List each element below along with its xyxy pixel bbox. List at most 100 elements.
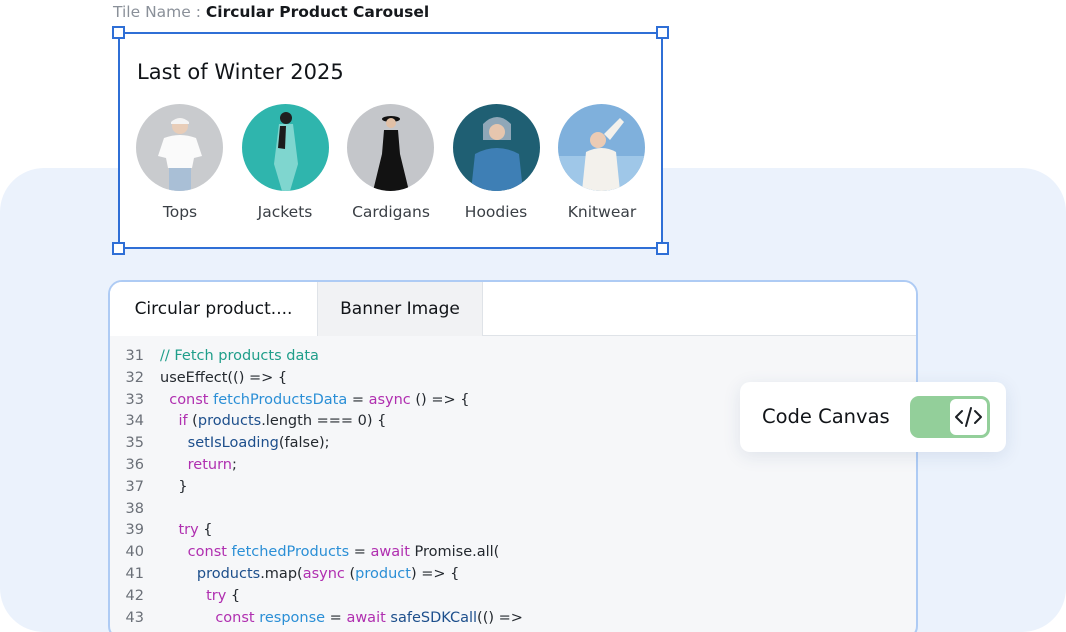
category-label-knitwear: Knitwear <box>567 203 637 221</box>
code-canvas-label: Code Canvas <box>762 405 890 428</box>
tile-name-value: Circular Product Carousel <box>205 3 430 21</box>
code-token: return <box>187 456 232 473</box>
line-number: 40 <box>125 544 144 561</box>
line-number: 32 <box>125 369 144 386</box>
code-canvas-toggle-knob <box>950 399 987 435</box>
code-token: product <box>355 565 411 582</box>
code-token: ( <box>344 565 356 582</box>
code-text: try { <box>160 586 240 608</box>
code-token: try <box>206 587 227 604</box>
line-number: 39 <box>125 522 144 539</box>
code-token: fetchedProducts <box>231 544 350 561</box>
code-token: async <box>368 391 411 408</box>
code-token: const <box>169 391 209 408</box>
code-token: setIsLoading <box>187 435 279 452</box>
code-token: const <box>187 544 227 561</box>
code-token: (false); <box>278 435 330 452</box>
code-token: { <box>198 522 213 539</box>
line-number: 36 <box>125 456 144 473</box>
code-token: response <box>259 609 326 626</box>
code-text: } <box>160 477 188 499</box>
code-token: .length === 0) { <box>261 413 387 430</box>
resize-handle-top-right[interactable] <box>656 26 669 39</box>
carousel-title: Last of Winter 2025 <box>137 60 344 84</box>
code-token: .map( <box>260 565 303 582</box>
code-token: if <box>178 413 188 430</box>
code-text: const fetchedProducts = await Promise.al… <box>160 542 500 564</box>
line-number: 42 <box>125 587 144 604</box>
resize-handle-top-left[interactable] <box>112 26 125 39</box>
line-number: 34 <box>125 413 144 430</box>
code-line[interactable]: 37 } <box>110 477 910 499</box>
code-text: return; <box>160 455 237 477</box>
code-token: // Fetch products data <box>160 348 319 364</box>
code-token: safeSDKCall <box>390 609 478 626</box>
code-token: fetchProductsData <box>213 391 348 408</box>
tab-banner-image[interactable]: Banner Image <box>317 282 483 336</box>
resize-handle-bottom-right[interactable] <box>656 242 669 255</box>
code-text: if (products.length === 0) { <box>160 411 386 433</box>
code-text: setIsLoading(false); <box>160 433 330 455</box>
code-line[interactable]: 38 <box>110 499 910 521</box>
code-line[interactable]: 36 return; <box>110 455 910 477</box>
code-text: const response = await safeSDKCall(() => <box>160 608 523 630</box>
code-token: = <box>325 609 347 626</box>
code-token: } <box>160 478 188 495</box>
code-token: try <box>178 522 199 539</box>
code-token: const <box>215 609 255 626</box>
line-number: 43 <box>125 609 144 626</box>
code-canvas-card: Code Canvas <box>740 382 1006 452</box>
category-label-jackets: Jackets <box>257 203 313 221</box>
code-canvas-toggle[interactable] <box>910 396 990 438</box>
code-token: = <box>347 391 369 408</box>
code-line[interactable]: 42 try { <box>110 586 910 608</box>
code-token: products <box>196 565 261 582</box>
code-line[interactable]: 40 const fetchedProducts = await Promise… <box>110 542 910 564</box>
category-image-cardigans[interactable] <box>347 104 434 191</box>
code-line[interactable]: 31 // Fetch products data <box>110 346 910 368</box>
code-token: products <box>197 413 262 430</box>
tile-name-caption: Tile Name : Circular Product Carousel <box>113 3 429 21</box>
line-number: 31 <box>125 348 144 364</box>
category-image-tops[interactable] <box>136 104 223 191</box>
code-line[interactable]: 43 const response = await safeSDKCall(()… <box>110 608 910 630</box>
code-token: ( <box>187 413 198 430</box>
tab-circular-product[interactable]: Circular product.... <box>110 282 317 336</box>
code-text: products.map(async (product) => { <box>160 564 459 586</box>
resize-handle-bottom-left[interactable] <box>112 242 125 255</box>
code-token: { <box>226 587 241 604</box>
line-number: 37 <box>125 478 144 495</box>
code-token: (() => <box>477 609 523 626</box>
category-label-cardigans: Cardigans <box>352 203 430 221</box>
code-text: const fetchProductsData = async () => { <box>160 390 469 412</box>
category-image-jackets[interactable] <box>242 104 329 191</box>
code-line[interactable]: 41 products.map(async (product) => { <box>110 564 910 586</box>
code-token: await <box>370 544 410 561</box>
editor-tab-bar: Circular product.... Banner Image <box>110 282 916 336</box>
code-text: useEffect(() => { <box>160 368 287 390</box>
code-token: ; <box>232 456 237 473</box>
category-image-knitwear[interactable] <box>558 104 645 191</box>
category-label-hoodies: Hoodies <box>464 203 528 221</box>
code-token: Promise.all( <box>409 544 500 561</box>
category-image-hoodies[interactable] <box>453 104 540 191</box>
tile-name-prefix: Tile Name : <box>113 3 206 21</box>
line-number: 38 <box>125 500 144 517</box>
code-token: useEffect(() => { <box>160 369 288 386</box>
code-text: // Fetch products data <box>160 346 319 368</box>
line-number: 41 <box>125 565 144 582</box>
category-label-tops: Tops <box>162 203 198 221</box>
code-line[interactable]: 39 try { <box>110 520 910 542</box>
code-brackets-icon <box>955 407 982 427</box>
code-token: ) => { <box>410 565 460 582</box>
code-token: async <box>302 565 345 582</box>
